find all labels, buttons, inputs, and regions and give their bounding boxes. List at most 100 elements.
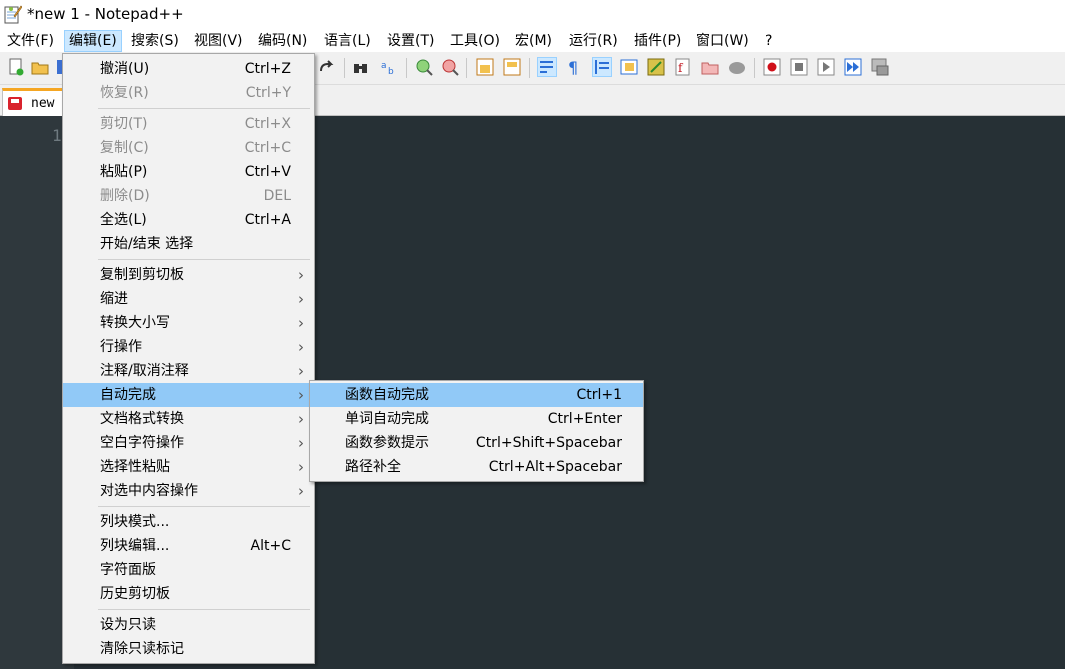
menu-item-clear-read-only[interactable]: 清除只读标记 bbox=[63, 637, 314, 661]
menu-item-label: 列块编辑... bbox=[100, 538, 170, 554]
unsaved-disk-icon bbox=[8, 97, 22, 110]
menu-run[interactable]: 运行(R) bbox=[565, 31, 622, 51]
menu-item-label: 设为只读 bbox=[100, 617, 156, 633]
menu-item-convert-case[interactable]: 转换大小写 › bbox=[63, 311, 314, 335]
show-all-chars-icon[interactable]: ¶ bbox=[565, 58, 583, 76]
menu-item-auto-completion[interactable]: 自动完成 › bbox=[63, 383, 314, 407]
find-icon[interactable] bbox=[352, 58, 370, 76]
menu-item-shortcut: Ctrl+V bbox=[244, 164, 291, 180]
svg-text:¶: ¶ bbox=[568, 58, 578, 76]
menu-file[interactable]: 文件(F) bbox=[3, 31, 58, 51]
submenu-arrow-icon: › bbox=[298, 458, 304, 476]
menu-item-delete[interactable]: 删除(D) DEL bbox=[63, 184, 314, 208]
menu-macro[interactable]: 宏(M) bbox=[511, 31, 556, 51]
doc-map-icon[interactable] bbox=[620, 58, 638, 76]
replace-icon[interactable]: ab bbox=[380, 58, 398, 76]
menu-item-copy[interactable]: 复制(C) Ctrl+C bbox=[63, 136, 314, 160]
function-list-icon[interactable] bbox=[647, 58, 665, 76]
submenu-item-path-completion[interactable]: 路径补全 Ctrl+Alt+Spacebar bbox=[310, 455, 643, 479]
menu-item-label: 清除只读标记 bbox=[100, 641, 184, 657]
menu-item-paste[interactable]: 粘贴(P) Ctrl+V bbox=[63, 160, 314, 184]
menu-search[interactable]: 搜索(S) bbox=[127, 31, 183, 51]
menu-item-label: 文档格式转换 bbox=[100, 411, 184, 427]
menu-item-label: 历史剪切板 bbox=[100, 586, 170, 602]
menu-item-label: 列块模式... bbox=[100, 514, 170, 530]
zoom-in-icon[interactable] bbox=[415, 58, 433, 76]
menu-item-shortcut: Ctrl+Z bbox=[244, 61, 291, 77]
folder-workspace-icon[interactable] bbox=[701, 58, 719, 76]
menu-item-label: 剪切(T) bbox=[100, 116, 148, 132]
word-wrap-icon[interactable] bbox=[537, 57, 557, 77]
menu-item-character-panel[interactable]: 字符面版 bbox=[63, 558, 314, 582]
run-macro-multiple-icon[interactable] bbox=[844, 58, 862, 76]
submenu-arrow-icon: › bbox=[298, 266, 304, 284]
tab-label: new bbox=[31, 96, 55, 111]
sync-vertical-icon[interactable] bbox=[476, 58, 494, 76]
toolbar-separator bbox=[406, 58, 407, 78]
menu-item-on-selection[interactable]: 对选中内容操作 › bbox=[63, 479, 314, 503]
menu-bar: 文件(F) 编辑(E) 搜索(S) 视图(V) 编码(N) 语言(L) 设置(T… bbox=[0, 30, 1065, 52]
function-script-icon[interactable]: f bbox=[674, 58, 692, 76]
menu-item-set-read-only[interactable]: 设为只读 bbox=[63, 613, 314, 637]
menu-item-cut[interactable]: 剪切(T) Ctrl+X bbox=[63, 112, 314, 136]
save-macro-icon[interactable] bbox=[871, 58, 889, 76]
menu-item-select-all[interactable]: 全选(L) Ctrl+A bbox=[63, 208, 314, 232]
menu-item-shortcut: DEL bbox=[263, 188, 291, 204]
menu-item-shortcut: Ctrl+Alt+Spacebar bbox=[488, 459, 622, 475]
monitor-icon[interactable] bbox=[728, 58, 746, 76]
menu-edit[interactable]: 编辑(E) bbox=[64, 30, 122, 52]
toolbar-separator bbox=[344, 58, 345, 78]
menu-item-eol-conversion[interactable]: 文档格式转换 › bbox=[63, 407, 314, 431]
menu-item-shortcut: Ctrl+A bbox=[244, 212, 291, 228]
edit-menu: 撤消(U) Ctrl+Z 恢复(R) Ctrl+Y 剪切(T) Ctrl+X 复制(C… bbox=[62, 53, 315, 664]
menu-item-column-editor[interactable]: 列块编辑... Alt+C bbox=[63, 534, 314, 558]
svg-text:a: a bbox=[381, 61, 387, 71]
play-macro-icon[interactable] bbox=[817, 58, 835, 76]
menu-item-label: 选择性粘贴 bbox=[100, 459, 170, 475]
menu-tools[interactable]: 工具(O) bbox=[446, 31, 504, 51]
menu-item-shortcut: Ctrl+Enter bbox=[547, 411, 622, 427]
menu-item-label: 复制(C) bbox=[100, 140, 149, 156]
menu-item-label: 注释/取消注释 bbox=[100, 363, 189, 379]
menu-item-column-mode[interactable]: 列块模式... bbox=[63, 510, 314, 534]
submenu-arrow-icon: › bbox=[298, 410, 304, 428]
tab-new-1[interactable]: new bbox=[2, 88, 66, 117]
menu-view[interactable]: 视图(V) bbox=[190, 31, 247, 51]
menu-item-label: 开始/结束 选择 bbox=[100, 236, 194, 252]
sync-horizontal-icon[interactable] bbox=[503, 58, 521, 76]
submenu-item-word-completion[interactable]: 单词自动完成 Ctrl+Enter bbox=[310, 407, 643, 431]
toolbar-separator bbox=[754, 58, 755, 78]
menu-item-label: 函数自动完成 bbox=[345, 387, 429, 403]
menu-item-comment[interactable]: 注释/取消注释 › bbox=[63, 359, 314, 383]
submenu-arrow-icon: › bbox=[298, 338, 304, 356]
menu-item-clipboard-history[interactable]: 历史剪切板 bbox=[63, 582, 314, 606]
menu-item-label: 自动完成 bbox=[100, 387, 156, 403]
menu-settings[interactable]: 设置(T) bbox=[383, 31, 438, 51]
menu-window[interactable]: 窗口(W) bbox=[692, 31, 753, 51]
menu-item-begin-end-select[interactable]: 开始/结束 选择 bbox=[63, 232, 314, 256]
menu-item-copy-to-clipboard[interactable]: 复制到剪切板 › bbox=[63, 263, 314, 287]
submenu-item-function-parameters-hint[interactable]: 函数参数提示 Ctrl+Shift+Spacebar bbox=[310, 431, 643, 455]
record-macro-icon[interactable] bbox=[763, 58, 781, 76]
redo-icon[interactable] bbox=[318, 58, 336, 76]
menu-item-shortcut: Ctrl+Shift+Spacebar bbox=[475, 435, 622, 451]
submenu-item-function-completion[interactable]: 函数自动完成 Ctrl+1 bbox=[310, 383, 643, 407]
menu-item-undo[interactable]: 撤消(U) Ctrl+Z bbox=[63, 57, 314, 81]
menu-item-paste-special[interactable]: 选择性粘贴 › bbox=[63, 455, 314, 479]
menu-language[interactable]: 语言(L) bbox=[320, 31, 375, 51]
menu-item-blank-operations[interactable]: 空白字符操作 › bbox=[63, 431, 314, 455]
menu-item-redo[interactable]: 恢复(R) Ctrl+Y bbox=[63, 81, 314, 105]
stop-record-icon[interactable] bbox=[790, 58, 808, 76]
svg-text:b: b bbox=[388, 67, 394, 76]
zoom-out-icon[interactable] bbox=[441, 58, 459, 76]
menu-item-line-operations[interactable]: 行操作 › bbox=[63, 335, 314, 359]
open-file-icon[interactable] bbox=[31, 58, 49, 76]
indent-guide-icon[interactable] bbox=[592, 57, 612, 77]
new-file-icon[interactable] bbox=[7, 58, 25, 76]
menu-plugins[interactable]: 插件(P) bbox=[630, 31, 685, 51]
menu-help[interactable]: ? bbox=[761, 31, 776, 51]
menu-encoding[interactable]: 编码(N) bbox=[254, 31, 311, 51]
submenu-arrow-icon: › bbox=[298, 434, 304, 452]
menu-item-indent[interactable]: 缩进 › bbox=[63, 287, 314, 311]
menu-separator bbox=[98, 259, 310, 260]
